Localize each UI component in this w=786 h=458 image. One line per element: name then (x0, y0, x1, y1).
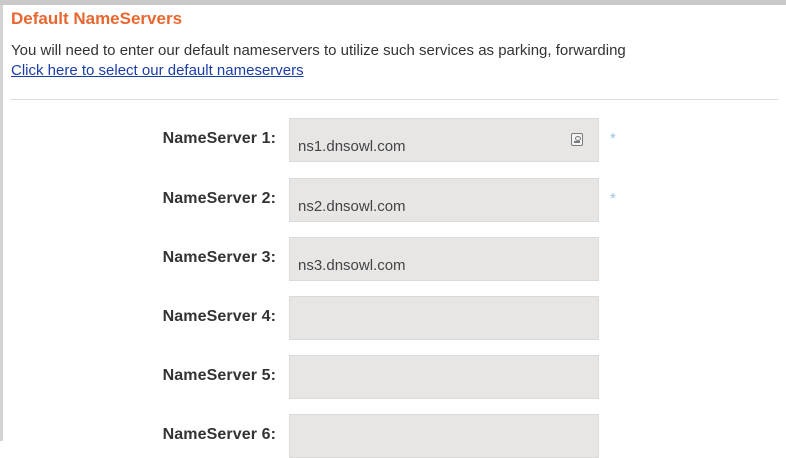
nameserver-5-label: NameServer 5: (162, 367, 276, 384)
nameserver-row-2: NameServer 2: * (0, 178, 786, 222)
section-description: You will need to enter our default names… (11, 42, 626, 59)
required-asterisk: * (610, 190, 616, 207)
nameserver-2-input[interactable] (289, 178, 599, 222)
nameserver-4-input[interactable] (289, 296, 599, 340)
nameserver-6-label: NameServer 6: (162, 426, 276, 443)
divider (10, 99, 778, 100)
contact-card-icon[interactable] (571, 133, 583, 146)
nameserver-1-input[interactable] (289, 118, 599, 162)
top-border (0, 0, 786, 5)
select-default-nameservers-link[interactable]: Click here to select our default nameser… (11, 62, 304, 79)
nameserver-5-input[interactable] (289, 355, 599, 399)
nameserver-1-label: NameServer 1: (162, 130, 276, 147)
nameserver-2-label: NameServer 2: (162, 190, 276, 207)
nameserver-row-6: NameServer 6: (0, 414, 786, 458)
nameserver-6-input[interactable] (289, 414, 599, 458)
nameserver-row-1: NameServer 1: * (0, 118, 786, 162)
nameserver-3-input[interactable] (289, 237, 599, 281)
nameserver-row-4: NameServer 4: (0, 296, 786, 340)
section-title: Default NameServers (11, 9, 183, 28)
nameserver-4-label: NameServer 4: (162, 308, 276, 325)
nameserver-row-5: NameServer 5: (0, 355, 786, 399)
nameserver-3-label: NameServer 3: (162, 249, 276, 266)
nameserver-row-3: NameServer 3: (0, 237, 786, 281)
required-asterisk: * (610, 130, 616, 147)
